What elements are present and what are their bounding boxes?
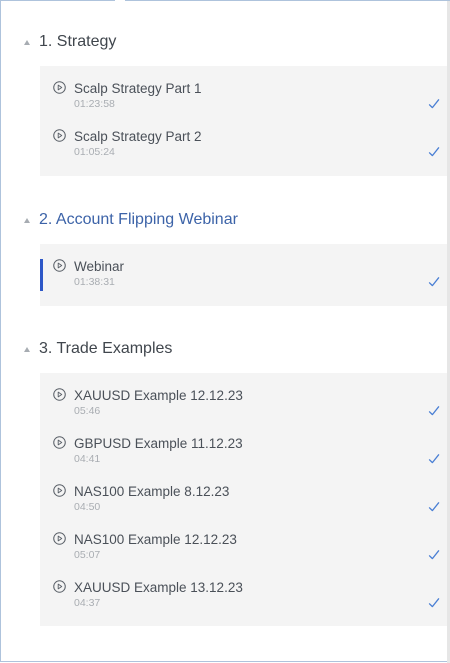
checkmark-icon xyxy=(428,502,440,512)
lesson-item[interactable]: NAS100 Example 12.12.23 05:07 xyxy=(40,517,447,565)
section-title: 3. Trade Examples xyxy=(39,340,173,357)
section-header-strategy[interactable]: 1. Strategy xyxy=(1,29,447,59)
lesson-duration: 04:50 xyxy=(74,501,101,513)
current-lesson-indicator xyxy=(40,259,43,291)
checkmark-icon xyxy=(428,598,440,608)
caret-up-icon xyxy=(24,347,30,352)
top-notch xyxy=(115,0,125,4)
checkmark-icon xyxy=(428,147,440,157)
lesson-item-current[interactable]: Webinar 01:38:31 xyxy=(40,244,447,306)
checkmark-icon xyxy=(428,454,440,464)
lesson-duration: 01:38:31 xyxy=(74,276,115,288)
play-circle-icon xyxy=(53,436,66,449)
lesson-title: Webinar xyxy=(74,259,125,274)
lesson-item[interactable]: XAUUSD Example 13.12.23 04:37 xyxy=(40,565,447,613)
lesson-duration: 05:46 xyxy=(74,405,101,417)
lesson-title: Scalp Strategy Part 2 xyxy=(74,129,202,144)
lesson-duration: 01:05:24 xyxy=(74,146,115,158)
play-circle-icon xyxy=(53,484,66,497)
lesson-title: Scalp Strategy Part 1 xyxy=(74,81,202,96)
checkmark-icon xyxy=(428,406,440,416)
lesson-title: GBPUSD Example 11.12.23 xyxy=(74,436,243,451)
lesson-title: XAUUSD Example 12.12.23 xyxy=(74,388,243,403)
play-circle-icon xyxy=(53,81,66,94)
lesson-item[interactable]: Scalp Strategy Part 1 01:23:58 xyxy=(40,66,447,114)
lesson-item[interactable]: XAUUSD Example 12.12.23 05:46 xyxy=(40,373,447,421)
play-circle-icon xyxy=(53,129,66,142)
caret-up-icon xyxy=(24,218,30,223)
play-circle-icon xyxy=(53,259,66,272)
section-header-trade-examples[interactable]: 3. Trade Examples xyxy=(1,336,447,366)
play-circle-icon xyxy=(53,580,66,593)
lesson-list: XAUUSD Example 12.12.23 05:46 GBPUSD Exa… xyxy=(40,373,447,626)
section-title: 1. Strategy xyxy=(39,33,117,50)
lesson-list: Webinar 01:38:31 xyxy=(40,244,447,306)
lesson-title: XAUUSD Example 13.12.23 xyxy=(74,580,243,595)
checkmark-icon xyxy=(428,277,440,287)
lesson-title: NAS100 Example 12.12.23 xyxy=(74,532,237,547)
lesson-item[interactable]: NAS100 Example 8.12.23 04:50 xyxy=(40,469,447,517)
course-curriculum-panel: 1. Strategy Scalp Strategy Part 1 01:23:… xyxy=(0,0,450,663)
play-circle-icon xyxy=(53,532,66,545)
lesson-duration: 05:07 xyxy=(74,549,101,561)
lesson-list: Scalp Strategy Part 1 01:23:58 Scalp Str… xyxy=(40,66,447,176)
checkmark-icon xyxy=(428,99,440,109)
lesson-duration: 04:37 xyxy=(74,597,101,609)
section-header-account-flipping-webinar[interactable]: 2. Account Flipping Webinar xyxy=(1,207,447,237)
lesson-duration: 04:41 xyxy=(74,453,101,465)
lesson-duration: 01:23:58 xyxy=(74,98,115,110)
checkmark-icon xyxy=(428,550,440,560)
lesson-title: NAS100 Example 8.12.23 xyxy=(74,484,230,499)
section-title: 2. Account Flipping Webinar xyxy=(39,211,238,228)
play-circle-icon xyxy=(53,388,66,401)
lesson-item[interactable]: GBPUSD Example 11.12.23 04:41 xyxy=(40,421,447,469)
caret-up-icon xyxy=(24,40,30,45)
lesson-item[interactable]: Scalp Strategy Part 2 01:05:24 xyxy=(40,114,447,162)
